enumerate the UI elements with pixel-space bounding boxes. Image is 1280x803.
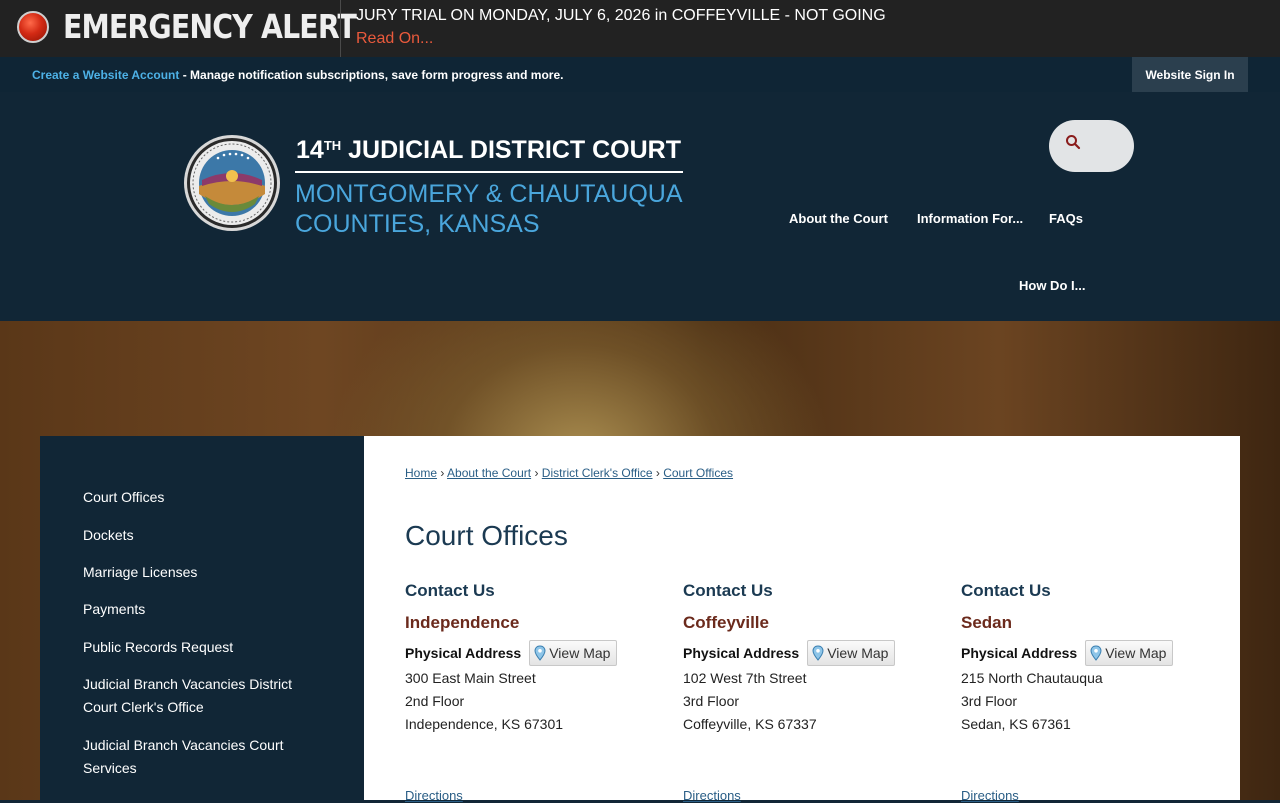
address-label: Physical Address bbox=[961, 645, 1078, 661]
map-pin-icon bbox=[1090, 645, 1102, 661]
main-content: Home › About the Court › District Clerk'… bbox=[364, 436, 1240, 803]
create-account-link[interactable]: Create a Website Account bbox=[32, 68, 179, 82]
sidebar-item-dockets[interactable]: Dockets bbox=[83, 524, 323, 547]
breadcrumb: Home › About the Court › District Clerk'… bbox=[405, 466, 733, 480]
directions-link-independence[interactable]: Directions bbox=[405, 788, 463, 803]
address-line: 3rd Floor bbox=[961, 693, 1018, 709]
logo-suffix: TH bbox=[323, 138, 342, 153]
sidebar-item-vacancies-district-court-clerk[interactable]: Judicial Branch Vacancies District Court… bbox=[83, 673, 323, 719]
office-heading: Contact Us bbox=[405, 581, 495, 600]
view-map-label: View Map bbox=[549, 645, 611, 661]
account-description: - Manage notification subscriptions, sav… bbox=[179, 68, 564, 82]
address-row: Physical Address View Map bbox=[683, 639, 943, 667]
office-card-independence: Contact Us Independence Physical Address… bbox=[405, 581, 665, 736]
address-line: 3rd Floor bbox=[683, 693, 740, 709]
sign-in-button[interactable]: Website Sign In bbox=[1132, 57, 1248, 92]
alert-title: EMERGENCY ALERT bbox=[63, 7, 357, 46]
sidebar-item-payments[interactable]: Payments bbox=[83, 598, 323, 621]
directions-link-coffeyville[interactable]: Directions bbox=[683, 788, 741, 803]
address-label: Physical Address bbox=[683, 645, 800, 661]
address-line: Coffeyville, KS 67337 bbox=[683, 716, 817, 732]
view-map-label: View Map bbox=[1105, 645, 1167, 661]
view-map-button[interactable]: View Map bbox=[1085, 640, 1174, 666]
sidebar-item-marriage-licenses[interactable]: Marriage Licenses bbox=[83, 561, 323, 584]
alert-message-link[interactable]: JURY TRIAL ON MONDAY, JULY 6, 2026 in CO… bbox=[356, 7, 886, 25]
view-map-button[interactable]: View Map bbox=[529, 640, 618, 666]
address-row: Physical Address View Map bbox=[405, 639, 665, 667]
address-row: Physical Address View Map bbox=[961, 639, 1221, 667]
kansas-seal-icon[interactable] bbox=[183, 134, 281, 232]
alert-read-on-link[interactable]: Read On... bbox=[356, 30, 433, 48]
search-input[interactable] bbox=[1049, 120, 1134, 172]
map-pin-icon bbox=[812, 645, 824, 661]
logo-number: 14 bbox=[296, 136, 324, 164]
account-bar: Create a Website Account - Manage notifi… bbox=[0, 57, 1280, 92]
breadcrumb-separator: › bbox=[534, 466, 539, 480]
breadcrumb-separator: › bbox=[655, 466, 660, 480]
sidebar-item-vacancies-court-services[interactable]: Judicial Branch Vacancies Court Services bbox=[83, 734, 323, 780]
view-map-button[interactable]: View Map bbox=[807, 640, 896, 666]
logo-court: JUDICIAL DISTRICT COURT bbox=[348, 136, 681, 164]
account-text: Create a Website Account - Manage notifi… bbox=[32, 68, 563, 82]
sidebar-item-public-records-request[interactable]: Public Records Request bbox=[83, 636, 323, 659]
emergency-alert-bar: EMERGENCY ALERT JURY TRIAL ON MONDAY, JU… bbox=[0, 0, 1280, 57]
sidebar-nav: Court Offices Dockets Marriage Licenses … bbox=[40, 436, 364, 800]
logo-divider bbox=[295, 171, 683, 173]
office-heading: Contact Us bbox=[683, 581, 773, 600]
office-card-coffeyville: Contact Us Coffeyville Physical Address … bbox=[683, 581, 943, 736]
directions-link-sedan[interactable]: Directions bbox=[961, 788, 1019, 803]
address-line: 215 North Chautauqua bbox=[961, 670, 1103, 686]
search-icon[interactable] bbox=[1065, 134, 1081, 150]
logo-counties-line1: MONTGOMERY & CHAUTAUQUA bbox=[295, 180, 683, 208]
office-heading: Contact Us bbox=[961, 581, 1051, 600]
logo-court-title[interactable]: 14TH JUDICIAL DISTRICT COURT bbox=[296, 136, 681, 165]
breadcrumb-separator: › bbox=[440, 466, 445, 480]
nav-about-the-court[interactable]: About the Court bbox=[789, 211, 888, 226]
address-line: 2nd Floor bbox=[405, 693, 465, 709]
breadcrumb-about-the-court[interactable]: About the Court bbox=[447, 466, 531, 480]
view-map-label: View Map bbox=[827, 645, 889, 661]
breadcrumb-home[interactable]: Home bbox=[405, 466, 437, 480]
breadcrumb-district-clerks-office[interactable]: District Clerk's Office bbox=[542, 466, 653, 480]
sidebar-item-court-offices[interactable]: Court Offices bbox=[83, 486, 323, 509]
address-label: Physical Address bbox=[405, 645, 522, 661]
address-line: 300 East Main Street bbox=[405, 670, 536, 686]
nav-information-for[interactable]: Information For... bbox=[917, 211, 1023, 226]
page-title: Court Offices bbox=[405, 520, 568, 551]
address-line: Sedan, KS 67361 bbox=[961, 716, 1071, 732]
alert-divider bbox=[340, 0, 341, 57]
breadcrumb-court-offices[interactable]: Court Offices bbox=[663, 466, 733, 480]
logo-counties-line2: COUNTIES, KANSAS bbox=[295, 210, 540, 238]
address-line: Independence, KS 67301 bbox=[405, 716, 564, 732]
map-pin-icon bbox=[534, 645, 546, 661]
office-card-sedan: Contact Us Sedan Physical Address View M… bbox=[961, 581, 1221, 736]
address-line: 102 West 7th Street bbox=[683, 670, 807, 686]
nav-how-do-i[interactable]: How Do I... bbox=[1019, 278, 1085, 293]
logo-counties[interactable]: MONTGOMERY & CHAUTAUQUA COUNTIES, KANSAS bbox=[295, 179, 683, 239]
nav-faqs[interactable]: FAQs bbox=[1049, 211, 1083, 226]
alert-dot-icon bbox=[17, 11, 49, 43]
